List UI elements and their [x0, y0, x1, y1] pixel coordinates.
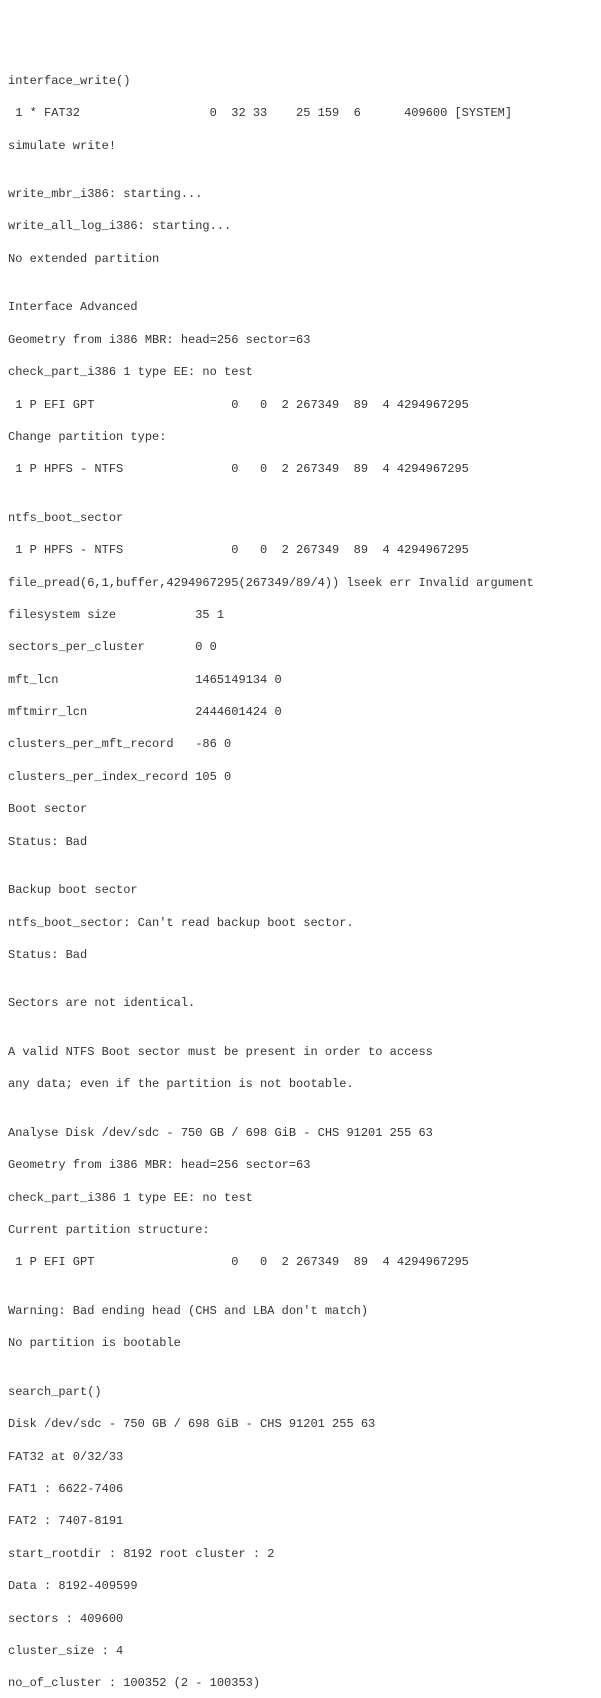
log-line: check_part_i386 1 type EE: no test — [8, 1190, 593, 1206]
log-line: no_of_cluster : 100352 (2 - 100353) — [8, 1675, 593, 1691]
log-line: clusters_per_mft_record -86 0 — [8, 736, 593, 752]
log-line: Current partition structure: — [8, 1222, 593, 1238]
log-line: Status: Bad — [8, 834, 593, 850]
log-line: clusters_per_index_record 105 0 — [8, 769, 593, 785]
log-line: Geometry from i386 MBR: head=256 sector=… — [8, 1157, 593, 1173]
log-line: file_pread(6,1,buffer,4294967295(267349/… — [8, 575, 593, 591]
log-line: No partition is bootable — [8, 1335, 593, 1351]
log-line: check_part_i386 1 type EE: no test — [8, 364, 593, 380]
log-line: any data; even if the partition is not b… — [8, 1076, 593, 1092]
log-line: filesystem size 35 1 — [8, 607, 593, 623]
log-line: FAT2 : 7407-8191 — [8, 1513, 593, 1529]
log-line: 1 * FAT32 0 32 33 25 159 6 409600 [SYSTE… — [8, 105, 593, 121]
log-line: Analyse Disk /dev/sdc - 750 GB / 698 GiB… — [8, 1125, 593, 1141]
log-line: sectors : 409600 — [8, 1611, 593, 1627]
log-line: 1 P EFI GPT 0 0 2 267349 89 4 4294967295 — [8, 1254, 593, 1270]
log-line: Geometry from i386 MBR: head=256 sector=… — [8, 332, 593, 348]
log-line: No extended partition — [8, 251, 593, 267]
log-line: Interface Advanced — [8, 299, 593, 315]
log-line: mftmirr_lcn 2444601424 0 — [8, 704, 593, 720]
log-line: cluster_size : 4 — [8, 1643, 593, 1659]
log-line: ntfs_boot_sector: Can't read backup boot… — [8, 915, 593, 931]
log-line: Disk /dev/sdc - 750 GB / 698 GiB - CHS 9… — [8, 1416, 593, 1432]
log-line: Warning: Bad ending head (CHS and LBA do… — [8, 1303, 593, 1319]
log-line: sectors_per_cluster 0 0 — [8, 639, 593, 655]
log-line: write_mbr_i386: starting... — [8, 186, 593, 202]
log-line: start_rootdir : 8192 root cluster : 2 — [8, 1546, 593, 1562]
log-line: Change partition type: — [8, 429, 593, 445]
log-line: Backup boot sector — [8, 882, 593, 898]
log-line: 1 P HPFS - NTFS 0 0 2 267349 89 4 429496… — [8, 542, 593, 558]
log-line: FAT32 at 0/32/33 — [8, 1449, 593, 1465]
log-line: FAT1 : 6622-7406 — [8, 1481, 593, 1497]
log-line: 1 P HPFS - NTFS 0 0 2 267349 89 4 429496… — [8, 461, 593, 477]
log-line: 1 P EFI GPT 0 0 2 267349 89 4 4294967295 — [8, 397, 593, 413]
log-line: Boot sector — [8, 801, 593, 817]
log-line: write_all_log_i386: starting... — [8, 218, 593, 234]
log-line: mft_lcn 1465149134 0 — [8, 672, 593, 688]
log-line: A valid NTFS Boot sector must be present… — [8, 1044, 593, 1060]
log-line: Sectors are not identical. — [8, 995, 593, 1011]
log-line: Data : 8192-409599 — [8, 1578, 593, 1594]
log-line: interface_write() — [8, 73, 593, 89]
log-line: simulate write! — [8, 138, 593, 154]
log-line: ntfs_boot_sector — [8, 510, 593, 526]
log-line: Status: Bad — [8, 947, 593, 963]
log-line: search_part() — [8, 1384, 593, 1400]
